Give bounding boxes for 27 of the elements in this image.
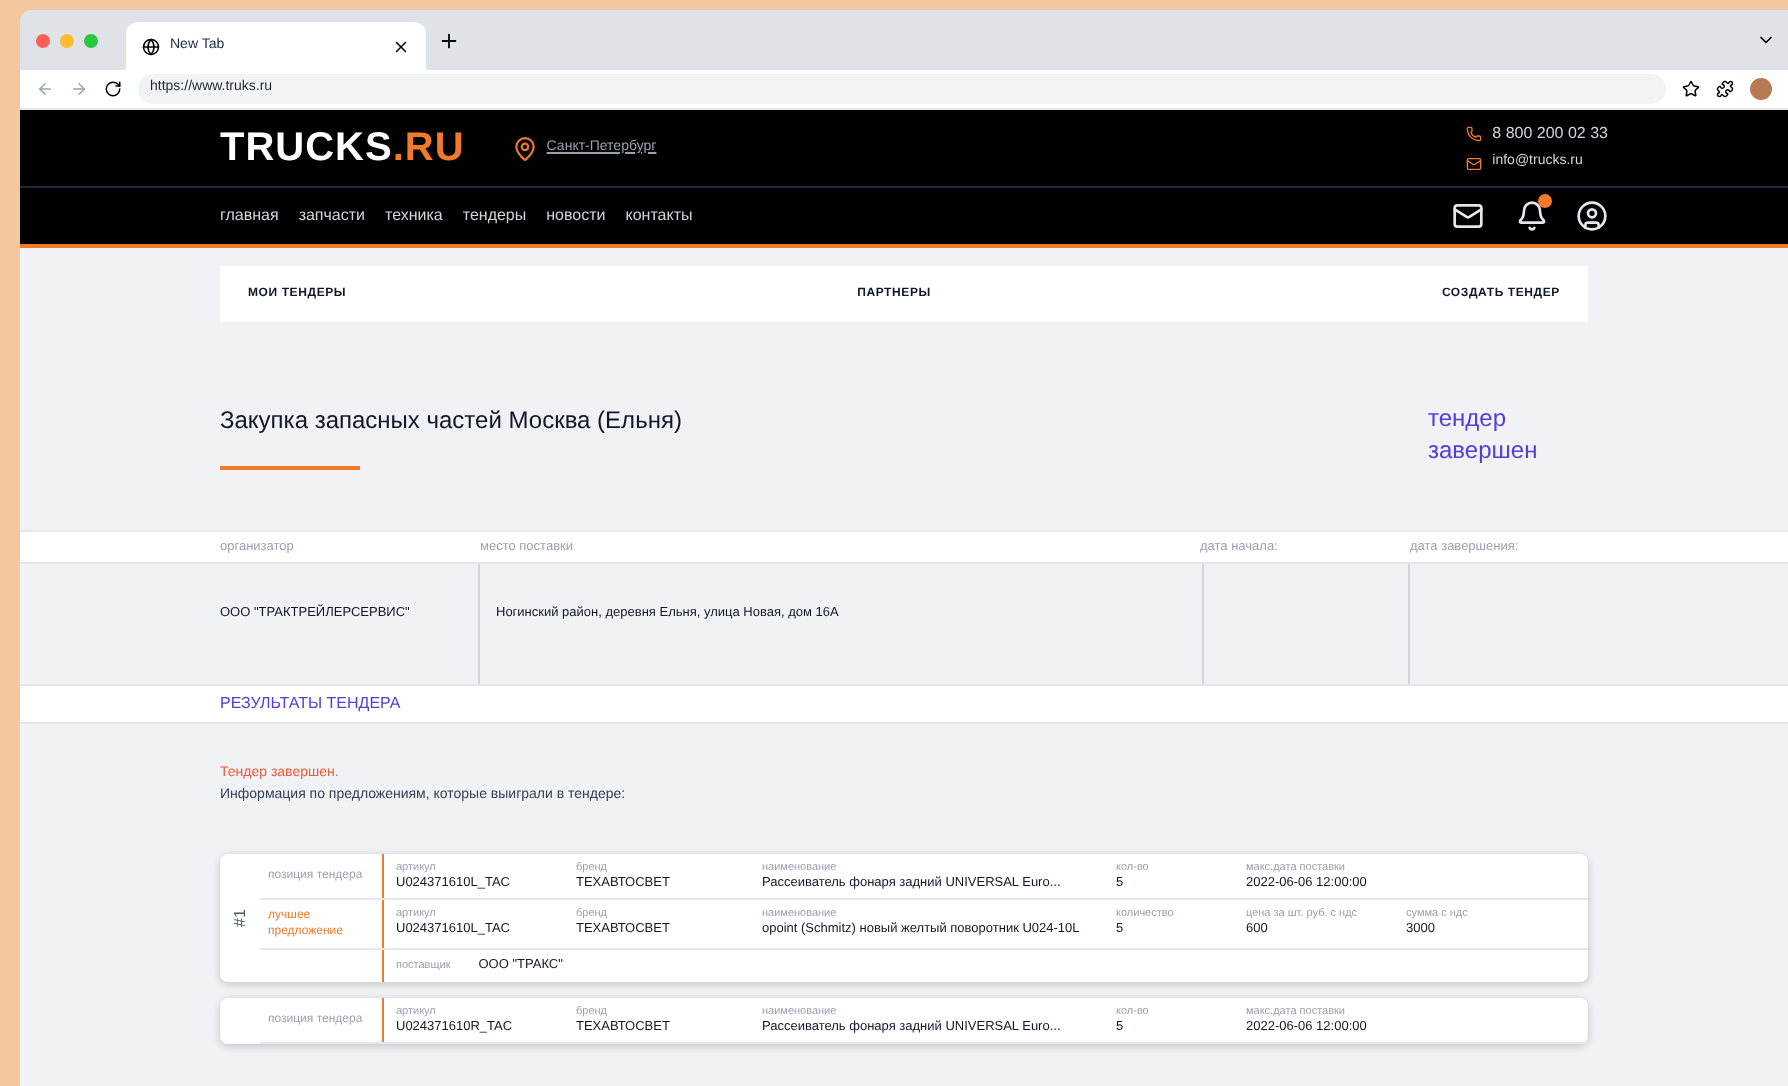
nav-link[interactable]: новости bbox=[546, 204, 606, 228]
results-heading: РЕЗУЛЬТАТЫ ТЕНДЕРА bbox=[220, 692, 401, 716]
globe-icon bbox=[142, 37, 160, 55]
nav-link[interactable]: контакты bbox=[625, 204, 693, 228]
reload-icon[interactable] bbox=[104, 80, 122, 98]
nav-link[interactable]: главная bbox=[220, 204, 279, 228]
nav-link[interactable]: техника bbox=[385, 204, 443, 228]
avatar-icon[interactable] bbox=[1750, 78, 1772, 100]
map-pin-icon bbox=[512, 135, 539, 161]
nav-link[interactable]: тендеры bbox=[462, 204, 527, 228]
tender-title: Закупка запасных частей Москва (Ельня) bbox=[220, 404, 682, 438]
lot-number: #1 bbox=[228, 908, 250, 927]
mail-icon bbox=[1466, 155, 1483, 171]
phone-number[interactable]: 8 800 200 02 33 bbox=[1492, 122, 1608, 147]
star-icon[interactable] bbox=[1682, 80, 1700, 98]
site-logo[interactable]: TRUCKS.RU bbox=[220, 118, 465, 178]
phone-icon bbox=[1466, 126, 1483, 143]
close-tab-icon[interactable] bbox=[392, 37, 410, 55]
tender-status: тендер завершен bbox=[1428, 402, 1540, 468]
puzzle-icon[interactable] bbox=[1716, 80, 1734, 98]
bell-icon[interactable] bbox=[1516, 200, 1548, 232]
new-tab-icon[interactable] bbox=[438, 29, 460, 51]
title-underline bbox=[220, 466, 360, 470]
forward-icon[interactable] bbox=[70, 80, 88, 98]
nav-link[interactable]: запчасти bbox=[298, 204, 366, 228]
user-icon[interactable] bbox=[1576, 200, 1608, 232]
mail-icon[interactable] bbox=[1452, 200, 1484, 232]
